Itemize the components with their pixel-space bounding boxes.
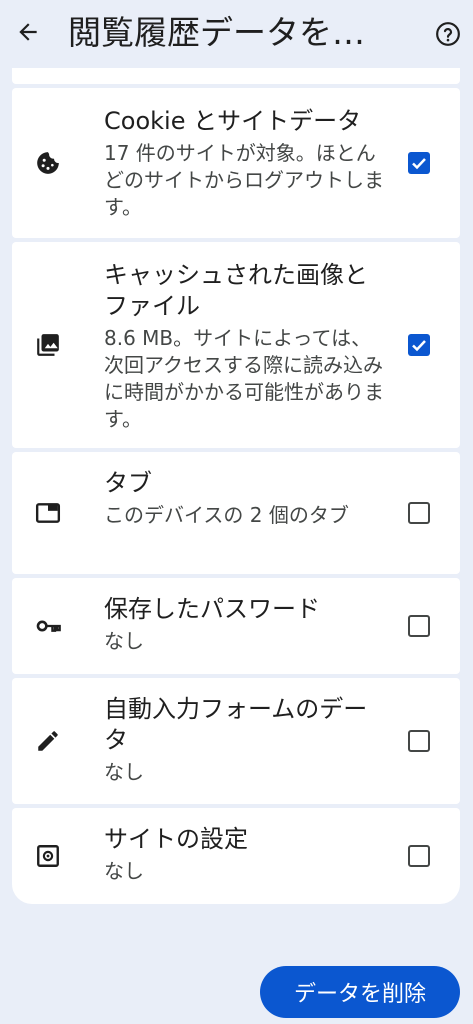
arrow-back-icon bbox=[19, 23, 37, 41]
item-description: なし bbox=[104, 760, 144, 784]
list-item-cookies[interactable]: Cookie とサイトデータ 17 件のサイトが対象。ほとんどのサイトからログア… bbox=[12, 88, 460, 238]
item-description: 8.6 MB。サイトによっては、次回アクセスする際に読み込みに時間がかかる可能性… bbox=[104, 326, 384, 431]
item-label: キャッシュされた画像とファイル bbox=[104, 261, 368, 320]
site-settings-icon bbox=[34, 842, 62, 870]
delete-data-button[interactable]: データを削除 bbox=[260, 966, 460, 1018]
pencil-icon bbox=[34, 727, 62, 755]
cookies-checkbox[interactable] bbox=[408, 152, 430, 174]
cache-checkbox[interactable] bbox=[408, 334, 430, 356]
item-label: 自動入力フォームのデータ bbox=[104, 695, 368, 754]
help-button[interactable] bbox=[432, 18, 464, 50]
top-app-bar: 閲覧履歴データを… bbox=[0, 0, 473, 68]
list-item-autofill[interactable]: 自動入力フォームのデータ なし bbox=[12, 678, 460, 804]
autofill-checkbox[interactable] bbox=[408, 730, 430, 752]
item-label: 保存したパスワード bbox=[104, 595, 320, 623]
item-description: このデバイスの 2 個のタブ bbox=[104, 503, 349, 527]
list-item-passwords[interactable]: 保存したパスワード なし bbox=[12, 578, 460, 674]
list-item-tabs[interactable]: タブ このデバイスの 2 個のタブ bbox=[12, 452, 460, 574]
back-button[interactable] bbox=[10, 14, 46, 50]
key-icon bbox=[34, 612, 62, 640]
item-label: Cookie とサイトデータ bbox=[104, 107, 362, 135]
list-item-site-settings[interactable]: サイトの設定 なし bbox=[12, 808, 460, 904]
help-icon bbox=[436, 22, 460, 46]
passwords-checkbox[interactable] bbox=[408, 615, 430, 637]
item-label: サイトの設定 bbox=[104, 825, 248, 853]
item-description: なし bbox=[104, 859, 144, 883]
site-settings-checkbox[interactable] bbox=[408, 845, 430, 867]
list-item-cache[interactable]: キャッシュされた画像とファイル 8.6 MB。サイトによっては、次回アクセスする… bbox=[12, 242, 460, 448]
tab-icon bbox=[34, 499, 62, 527]
item-label: タブ bbox=[104, 469, 152, 497]
page-title: 閲覧履歴データを… bbox=[68, 13, 365, 52]
item-description: なし bbox=[104, 629, 144, 653]
item-description: 17 件のサイトが対象。ほとんどのサイトからログアウトします。 bbox=[104, 141, 384, 219]
cookie-icon bbox=[34, 149, 62, 177]
tabs-checkbox[interactable] bbox=[408, 502, 430, 524]
image-stack-icon bbox=[34, 331, 62, 359]
